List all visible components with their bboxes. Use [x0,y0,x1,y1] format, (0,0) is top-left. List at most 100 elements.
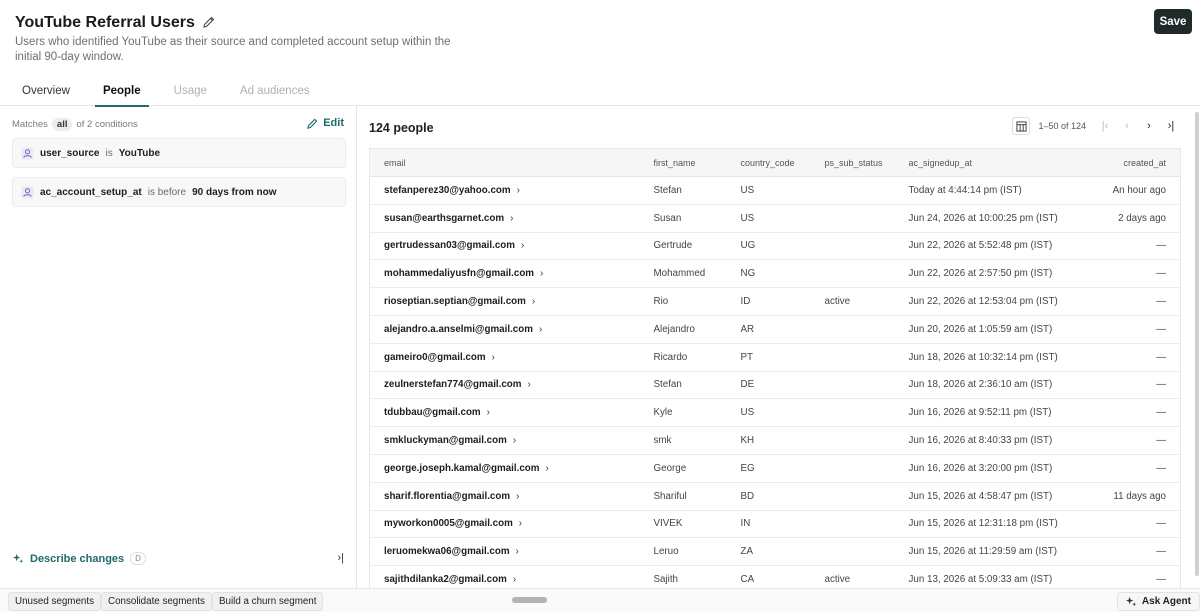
page-header: YouTube Referral Users Users who identif… [0,0,1200,107]
column-header-country-code[interactable]: country_code [740,148,825,177]
chevron-right-icon[interactable]: › [513,574,516,585]
cell-email[interactable]: alejandro.a.anselmi@gmail.com › [369,315,654,344]
tab-people[interactable]: People [94,80,149,107]
cell-created-at-text: 11 days ago [1113,490,1166,502]
chevron-right-icon[interactable]: › [517,185,520,196]
suggestion-chip-build-churn-segment[interactable]: Build a churn segment [212,592,324,611]
person-icon [21,185,34,199]
edit-title-pencil-icon[interactable] [203,16,215,31]
table-row[interactable]: sajithdilanka2@gmail.com › Sajith CA active J… [369,565,1181,588]
table-row[interactable]: rioseptian.septian@gmail.com › Rio ID active… [369,287,1181,316]
chevron-right-icon[interactable]: › [516,491,519,502]
condition-row[interactable]: user_source is YouTube [12,138,346,168]
table-row[interactable]: stefanperez30@yahoo.com › Stefan US Today at… [369,176,1181,205]
chevron-right-icon[interactable]: › [513,435,516,446]
cell-email[interactable]: george.joseph.kamal@gmail.com › [369,454,654,483]
cell-first-name: Stefan [653,176,741,205]
chevron-right-icon[interactable]: › [532,296,535,307]
column-header-email[interactable]: email [369,148,654,177]
cell-email[interactable]: tdubbau@gmail.com › [369,398,654,428]
cell-email[interactable]: gameiro0@gmail.com › [369,343,654,372]
cell-email[interactable]: zeulnerstefan774@gmail.com › [369,371,654,400]
cell-country-code-text: AR [740,323,755,335]
chevron-right-icon[interactable]: › [516,546,519,557]
next-page-icon[interactable]: › [1140,117,1158,135]
chevron-right-icon[interactable]: › [528,379,531,390]
drag-handle[interactable] [512,597,547,603]
table-row[interactable]: tdubbau@gmail.com › Kyle US Jun 16, 2026 at … [369,398,1181,428]
pencil-icon [307,118,318,129]
chevron-right-icon[interactable]: › [521,240,524,251]
cell-ac-signedup-at: Jun 15, 2026 at 12:31:18 pm (IST) [908,510,1079,539]
people-panel: 124 people 1–50 of 124 |‹ ‹ › ›| email f… [357,106,1200,588]
collapse-panel-icon[interactable]: ›| [337,552,344,564]
cell-email[interactable]: stefanperez30@yahoo.com › [369,176,654,205]
describe-changes-button[interactable]: Describe changes D [13,552,146,565]
tab-usage[interactable]: Usage [166,80,215,107]
cell-email[interactable]: smkluckyman@gmail.com › [369,426,654,455]
cell-email[interactable]: rioseptian.septian@gmail.com › [369,287,654,316]
prev-page-icon[interactable]: ‹ [1118,117,1136,135]
cell-email-text: gameiro0@gmail.com [384,351,486,363]
table-row[interactable]: alejandro.a.anselmi@gmail.com › Alejandro A… [369,315,1181,344]
tab-overview[interactable]: Overview [14,80,78,107]
last-page-icon[interactable]: ›| [1162,117,1180,135]
cell-first-name: Sajith [653,565,741,588]
cell-first-name-text: Rio [653,296,669,308]
suggestion-chip-unused-segments[interactable]: Unused segments [8,592,101,611]
chevron-right-icon[interactable]: › [510,213,513,224]
ask-agent-button[interactable]: Ask Agent [1116,592,1200,611]
table-row[interactable]: zeulnerstefan774@gmail.com › Stefan DE Jun 1… [369,371,1181,400]
cell-country-code-text: CA [740,574,755,586]
table-row[interactable]: leruomekwa06@gmail.com › Leruo ZA Jun 15, 20… [369,537,1181,567]
chevron-right-icon[interactable]: › [487,407,490,418]
tab-ad-audiences[interactable]: Ad audiences [232,80,318,107]
match-mode-pill[interactable]: all [51,118,73,131]
table-columns-icon[interactable] [1012,117,1031,135]
condition-field: user_source [40,147,100,159]
cell-email-text: tdubbau@gmail.com [384,407,481,419]
first-page-icon[interactable]: |‹ [1096,117,1114,135]
column-header-created-at[interactable]: created_at [1078,148,1181,177]
cell-email-text: george.joseph.kamal@gmail.com [384,462,540,474]
cell-email[interactable]: gertrudessan03@gmail.com › [369,232,654,261]
column-header-ac-signedup-at[interactable]: ac_signedup_at [908,148,1079,177]
table-row[interactable]: susan@earthsgarnet.com › Susan US Jun 24, 20… [369,204,1181,233]
condition-row[interactable]: ac_account_setup_at is before 90 days fr… [12,177,346,207]
cell-created-at: 11 days ago [1078,482,1181,511]
cell-email[interactable]: leruomekwa06@gmail.com › [369,537,654,567]
cell-email[interactable]: susan@earthsgarnet.com › [369,204,654,233]
cell-email[interactable]: sajithdilanka2@gmail.com › [369,565,654,588]
table-row[interactable]: gertrudessan03@gmail.com › Gertrude UG Jun 2… [369,232,1181,261]
chevron-right-icon[interactable]: › [540,268,543,279]
table-row[interactable]: sharif.florentia@gmail.com › Shariful BD Jun… [369,482,1181,511]
cell-email[interactable]: mohammedaliyusfn@gmail.com › [369,259,654,289]
cell-first-name-text: smk [653,435,672,447]
cell-ps-sub-status: active [824,287,909,316]
suggestion-chip-consolidate-segments[interactable]: Consolidate segments [101,592,212,611]
edit-conditions-button[interactable]: Edit [307,117,344,129]
table-row[interactable]: myworkon0005@gmail.com › VIVEK IN Jun 15, 20… [369,510,1181,539]
cell-country-code-text: IN [740,518,751,530]
chevron-right-icon[interactable]: › [545,463,548,474]
table-row[interactable]: gameiro0@gmail.com › Ricardo PT Jun 18, 2026… [369,343,1181,372]
cell-ac-signedup-at: Jun 18, 2026 at 2:36:10 am (IST) [908,371,1079,400]
cell-created-at-text: — [1156,435,1166,447]
table-row[interactable]: smkluckyman@gmail.com › smk KH Jun 16, 2026 … [369,426,1181,455]
chevron-right-icon[interactable]: › [539,324,542,335]
scrollbar[interactable] [1195,112,1199,576]
save-button[interactable]: Save [1154,9,1192,34]
chevron-right-icon[interactable]: › [492,352,495,363]
cell-created-at: — [1078,232,1181,261]
column-header-ps-sub-status[interactable]: ps_sub_status [824,148,909,177]
table-row[interactable]: george.joseph.kamal@gmail.com › George EG Ju… [369,454,1181,483]
chevron-right-icon[interactable]: › [519,518,522,529]
column-header-first-name[interactable]: first_name [653,148,741,177]
cell-ps-sub-status-text: active [824,574,851,586]
table-row[interactable]: mohammedaliyusfn@gmail.com › Mohammed NG Jun… [369,259,1181,289]
cell-ac-signedup-at-text: Jun 18, 2026 at 10:32:14 pm (IST) [908,351,1058,363]
cell-email[interactable]: myworkon0005@gmail.com › [369,510,654,539]
cell-first-name-text: Leruo [653,546,679,558]
cell-created-at-text: — [1156,462,1166,474]
cell-email[interactable]: sharif.florentia@gmail.com › [369,482,654,511]
